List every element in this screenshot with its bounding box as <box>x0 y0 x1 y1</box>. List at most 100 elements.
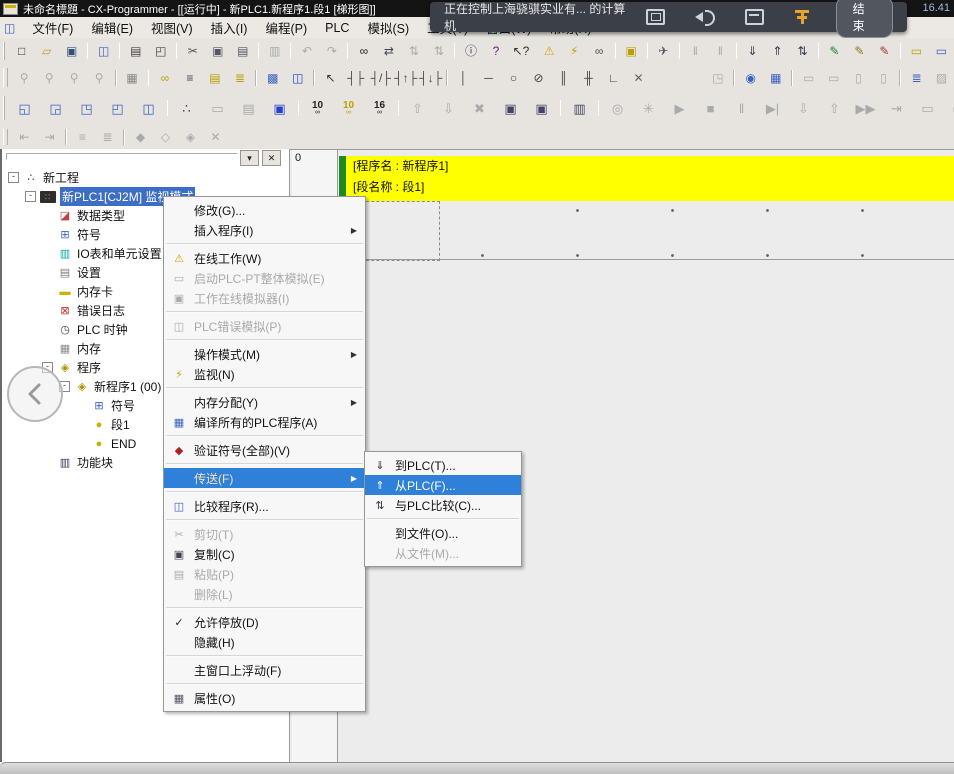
show-wrapped-rung[interactable]: ◳ <box>705 67 730 89</box>
zoom-reset[interactable]: ⚲ <box>87 67 112 89</box>
insert-rung[interactable]: ▯ <box>846 67 871 89</box>
menu-item[interactable]: 模拟(S) <box>358 16 418 39</box>
find-error[interactable]: ∞ <box>587 40 612 62</box>
submenu-item[interactable]: 从文件(M)... <box>365 543 521 563</box>
force-cancel[interactable]: ✖ <box>464 94 495 123</box>
zoom-tool[interactable]: ⚲ <box>12 67 37 89</box>
insert-row[interactable]: ▭ <box>796 67 821 89</box>
print-preview[interactable]: ◰ <box>148 40 173 62</box>
undo[interactable]: ↶ <box>294 40 319 62</box>
context-menu-item[interactable]: ◫ PLC错误模拟(P) <box>164 316 365 336</box>
cx-window[interactable]: ◫ <box>285 67 310 89</box>
context-menu-item[interactable]: ✂ 剪切(T) <box>164 524 365 544</box>
menu-item[interactable]: 文件(F) <box>23 16 82 39</box>
pause-monitoring[interactable]: ‖ <box>683 40 708 62</box>
new-coil[interactable]: ○ <box>501 67 526 89</box>
sim-network[interactable]: ✳ <box>633 94 664 123</box>
fullscreen-icon[interactable] <box>646 9 666 25</box>
context-menu-item[interactable]: ⚡ 监视(N) <box>164 364 365 384</box>
toolbar-grip[interactable] <box>3 68 8 87</box>
pause[interactable]: ‖ <box>708 40 733 62</box>
submenu-item[interactable]: ⇑ 从PLC(F)... <box>365 475 521 495</box>
controls-icon[interactable] <box>792 8 813 26</box>
sim-step[interactable]: ▶| <box>757 94 788 123</box>
watch-window-toggle[interactable]: ▣ <box>264 94 295 123</box>
new-contact[interactable]: ┤├ <box>343 67 368 89</box>
new-vertical[interactable]: │ <box>451 67 476 89</box>
mnemonic-view[interactable]: ≣ <box>227 67 252 89</box>
find-next[interactable]: ⇅ <box>401 40 426 62</box>
force-on[interactable]: ⇧ <box>402 94 433 123</box>
find-in-project[interactable]: ◫ <box>91 40 116 62</box>
monitor-hex[interactable]: 16∞ <box>364 94 395 123</box>
panel-menu-button[interactable]: ▾ <box>240 150 259 166</box>
watch-window[interactable]: ≣ <box>904 67 929 89</box>
toolbar-grip[interactable] <box>3 129 8 146</box>
tree-expand-toggle[interactable]: - <box>25 191 36 202</box>
online-edit-transfer[interactable]: ▥ <box>564 94 595 123</box>
zoom-in[interactable]: ⚲ <box>37 67 62 89</box>
save[interactable]: ▣ <box>59 40 84 62</box>
delete-rung[interactable]: ▯ <box>871 67 896 89</box>
context-help[interactable]: ↖? <box>508 40 533 62</box>
context-menu-item[interactable]: 插入程序(I) ▶ <box>164 220 365 240</box>
context-menu-item[interactable]: 删除(L) <box>164 584 365 604</box>
new-instruction[interactable]: ║ <box>551 67 576 89</box>
context-menu-item[interactable]: 操作模式(M) ▶ <box>164 344 365 364</box>
ladder-view[interactable]: ▤ <box>202 67 227 89</box>
symbol-table-view[interactable]: ▩ <box>260 67 285 89</box>
sim-continuous-step[interactable]: ▶▶ <box>850 94 881 123</box>
monitor-window-2[interactable]: ▭ <box>929 40 954 62</box>
transfer-program-from-plc[interactable]: ▣ <box>526 94 557 123</box>
panel-close-button[interactable]: ✕ <box>262 150 281 166</box>
remote-side-handle[interactable] <box>7 366 63 422</box>
io-monitor-2[interactable]: ▭ <box>943 94 954 123</box>
context-menu-item[interactable]: ▤ 粘贴(P) <box>164 564 365 584</box>
context-menu-item[interactable]: ▣ 复制(C) <box>164 544 365 564</box>
new-vertical-pair[interactable]: ╫ <box>576 67 601 89</box>
rung-comment-list[interactable]: ≡ <box>177 67 202 89</box>
new-rising-contact[interactable]: ┤↑├ <box>393 67 418 89</box>
context-menu-item[interactable]: 修改(G)... <box>164 200 365 220</box>
show-grid[interactable]: ▦ <box>120 67 145 89</box>
new-closed-contact[interactable]: ┤/├ <box>368 67 393 89</box>
online-edit-send[interactable]: ✎ <box>847 40 872 62</box>
menu-item[interactable]: 插入(I) <box>202 16 257 39</box>
compare-with-plc[interactable]: ⇅ <box>790 40 815 62</box>
monitor-window-1[interactable]: ▭ <box>904 40 929 62</box>
online-alarm[interactable]: ✈ <box>651 40 676 62</box>
copy[interactable]: ▣ <box>205 40 230 62</box>
delete-element[interactable]: ✕ <box>626 67 651 89</box>
submenu-item[interactable]: 到文件(O)... <box>365 523 521 543</box>
cut[interactable]: ✂ <box>180 40 205 62</box>
transfer-from-plc[interactable]: ⇑ <box>765 40 790 62</box>
indent-left[interactable]: ⇤ <box>12 126 37 148</box>
cascade-windows[interactable]: ◱ <box>9 94 40 123</box>
sim-step-in[interactable]: ⇩ <box>788 94 819 123</box>
help[interactable]: ? <box>483 40 508 62</box>
sim-play[interactable]: ▶ <box>664 94 695 123</box>
tile-windows[interactable]: ◰ <box>102 94 133 123</box>
speaker-icon[interactable] <box>693 8 716 26</box>
context-menu-item[interactable]: ✓ 允许停放(D) <box>164 612 365 632</box>
menu-item[interactable]: 视图(V) <box>142 16 202 39</box>
bookmark-set[interactable]: ◆ <box>128 126 153 148</box>
monitor-signed-decimal[interactable]: 10∞ <box>333 94 364 123</box>
block-comment-up[interactable]: ≡ <box>70 126 95 148</box>
invert-element[interactable]: ∟ <box>601 67 626 89</box>
indent-right[interactable]: ⇥ <box>37 126 62 148</box>
submenu-item[interactable]: ⇅ 与PLC比较(C)... <box>365 495 521 515</box>
zoom-out[interactable]: ⚲ <box>62 67 87 89</box>
delete-row[interactable]: ▭ <box>821 67 846 89</box>
context-menu-item[interactable]: ▣ 工作在线模拟器(I) <box>164 288 365 308</box>
context-menu-item[interactable]: ▦ 属性(O) <box>164 688 365 708</box>
tree-expand-toggle[interactable]: - <box>8 172 19 183</box>
monitor-glasses[interactable]: ∞ <box>152 67 177 89</box>
output-window[interactable]: ▤ <box>233 94 264 123</box>
menu-item[interactable]: PLC <box>316 19 358 37</box>
context-menu-item[interactable]: ◫ 比较程序(R)... <box>164 496 365 516</box>
whiteboard-icon[interactable] <box>745 9 765 25</box>
about[interactable]: ⓘ <box>458 40 483 62</box>
replace[interactable]: ⇄ <box>376 40 401 62</box>
tree-item[interactable]: - ∴ 新工程 <box>2 168 289 187</box>
